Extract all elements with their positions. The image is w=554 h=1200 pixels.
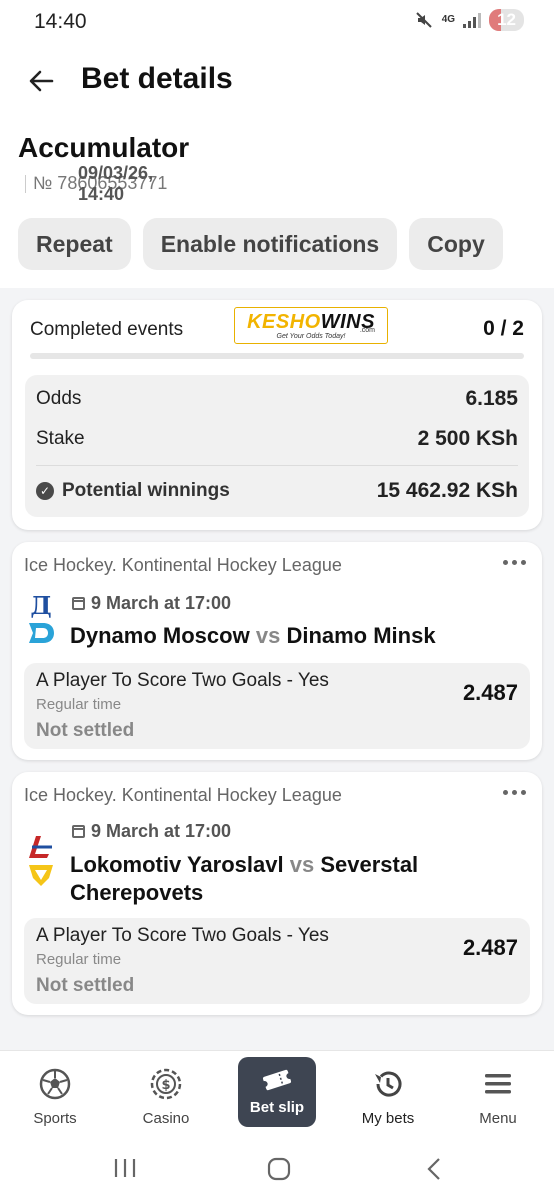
- severstal-logo-icon: [29, 865, 53, 886]
- event-card[interactable]: Ice Hockey. Kontinental Hockey League Д …: [12, 542, 542, 760]
- calendar-icon: [72, 597, 85, 610]
- system-nav-bar: [0, 1147, 554, 1187]
- page-title: Bet details: [81, 62, 233, 95]
- status-icons: 4G 12: [414, 9, 524, 31]
- more-options-icon[interactable]: [503, 560, 526, 565]
- completed-events-label: Completed events: [30, 319, 184, 340]
- back-nav-icon[interactable]: [424, 1157, 444, 1181]
- market-status: Not settled: [36, 720, 135, 741]
- logo-domain: .com: [359, 327, 375, 334]
- enable-notifications-button[interactable]: Enable notifications: [142, 218, 398, 270]
- winnings-row: ✓ Potential winnings 15 462.92 KSh: [36, 479, 518, 503]
- completed-events-progress: [30, 353, 524, 359]
- bottom-nav: Sports $ Casino Bet slip My bets Menu: [0, 1051, 554, 1141]
- calendar-icon: [72, 825, 85, 838]
- league-name: Ice Hockey. Kontinental Hockey League: [24, 785, 342, 805]
- svg-text:Д: Д: [30, 592, 51, 618]
- odds-panel: Odds 6.185 Stake 2 500 KSh ✓ Potential w…: [25, 375, 529, 517]
- league-name: Ice Hockey. Kontinental Hockey League: [24, 555, 342, 575]
- casino-chip-icon: $: [150, 1068, 182, 1100]
- home-team: Dynamo Moscow: [70, 623, 250, 648]
- nav-casino-label: Casino: [142, 1110, 190, 1127]
- odds-value: 6.185: [465, 387, 518, 410]
- completed-events-count: 0 / 2: [483, 317, 524, 340]
- home-team: Lokomotiv Yaroslavl: [70, 852, 284, 877]
- stake-row: Stake 2 500 KSh: [36, 427, 518, 451]
- copy-button[interactable]: Copy: [409, 218, 503, 270]
- repeat-button[interactable]: Repeat: [18, 218, 131, 270]
- stake-value: 2 500 KSh: [417, 427, 518, 450]
- ticket-icon: [261, 1069, 293, 1091]
- bottom-bar: Sports $ Casino Bet slip My bets Menu: [0, 1050, 554, 1200]
- back-arrow-icon[interactable]: [26, 66, 56, 96]
- logo-tagline: Get Your Odds Today!: [276, 333, 346, 340]
- status-bar: 14:40 4G 12: [0, 0, 554, 44]
- action-buttons: Repeat Enable notifications Copy: [18, 218, 503, 270]
- more-options-icon[interactable]: [503, 790, 526, 795]
- market-odd: 2.487: [462, 680, 518, 705]
- event-card[interactable]: Ice Hockey. Kontinental Hockey League 9 …: [12, 772, 542, 1015]
- event-date: 9 March at 17:00: [72, 821, 231, 842]
- stake-label: Stake: [36, 428, 85, 449]
- history-icon: [375, 1071, 402, 1097]
- signal-icon: [463, 12, 482, 28]
- odds-label: Odds: [36, 388, 82, 409]
- check-circle-icon: ✓: [36, 482, 54, 500]
- nav-my-bets-label: My bets: [361, 1110, 415, 1127]
- meta-divider: [25, 174, 26, 193]
- logo-brand-left: KESHO: [247, 311, 321, 333]
- odds-row: Odds 6.185: [36, 387, 518, 411]
- panel-divider: [36, 465, 518, 466]
- nav-my-bets[interactable]: My bets: [343, 1059, 433, 1131]
- svg-text:$: $: [161, 1078, 170, 1093]
- nav-sports-label: Sports: [33, 1110, 77, 1127]
- battery-icon: 12: [489, 9, 524, 31]
- top-area: 14:40 4G 12 Bet details Accumulator 09/0…: [0, 0, 554, 288]
- nav-bet-slip[interactable]: Bet slip: [238, 1057, 316, 1127]
- home-icon[interactable]: [266, 1157, 292, 1181]
- vs-label: vs: [255, 623, 281, 648]
- nav-sports[interactable]: Sports: [10, 1059, 100, 1131]
- page-header: Bet details: [0, 62, 554, 102]
- battery-level: 12: [497, 10, 516, 29]
- market-name: A Player To Score Two Goals - Yes: [36, 670, 329, 691]
- bet-summary-card: Completed events KESHOWINS .com Get Your…: [12, 300, 542, 530]
- mute-icon: [416, 12, 432, 28]
- bet-meta: 09/03/26, 14:40 № 78606553771: [18, 163, 167, 204]
- market-panel: A Player To Score Two Goals - Yes Regula…: [24, 918, 530, 1004]
- vs-label: vs: [289, 852, 315, 877]
- market-odd: 2.487: [462, 935, 518, 960]
- nav-menu-label: Menu: [479, 1110, 517, 1127]
- nav-menu[interactable]: Menu: [453, 1059, 543, 1131]
- soccer-ball-icon: [39, 1068, 71, 1100]
- hamburger-menu-icon: [485, 1074, 511, 1094]
- bet-date: 09/03/26, 14:40: [78, 162, 154, 204]
- recent-apps-icon[interactable]: [112, 1157, 138, 1179]
- market-status: Not settled: [36, 975, 135, 996]
- market-period: Regular time: [36, 951, 122, 968]
- event-teams: Dynamo Moscow vs Dinamo Minsk: [70, 622, 528, 650]
- away-team: Dinamo Minsk: [286, 623, 436, 648]
- market-panel: A Player To Score Two Goals - Yes Regula…: [24, 663, 530, 749]
- bet-type: Accumulator: [18, 132, 190, 163]
- dynamo-moscow-logo-icon: Д: [30, 592, 51, 618]
- event-date-text: 9 March at 17:00: [91, 821, 232, 841]
- market-name: A Player To Score Two Goals - Yes: [36, 925, 329, 946]
- keshowins-logo: KESHOWINS .com Get Your Odds Today!: [234, 307, 388, 344]
- dinamo-minsk-logo-icon: [29, 623, 54, 643]
- event-date-text: 9 March at 17:00: [91, 593, 232, 613]
- nav-bet-slip-label: Bet slip: [249, 1099, 305, 1116]
- network-label: 4G: [441, 14, 456, 25]
- winnings-label: Potential winnings: [62, 480, 230, 501]
- nav-casino[interactable]: $ Casino: [121, 1059, 211, 1131]
- event-teams: Lokomotiv Yaroslavl vs Severstal Cherepo…: [70, 851, 528, 907]
- market-period: Regular time: [36, 696, 122, 713]
- event-date: 9 March at 17:00: [72, 593, 231, 614]
- lokomotiv-logo-icon: [29, 836, 52, 858]
- status-time: 14:40: [34, 10, 87, 33]
- winnings-value: 15 462.92 KSh: [376, 479, 518, 502]
